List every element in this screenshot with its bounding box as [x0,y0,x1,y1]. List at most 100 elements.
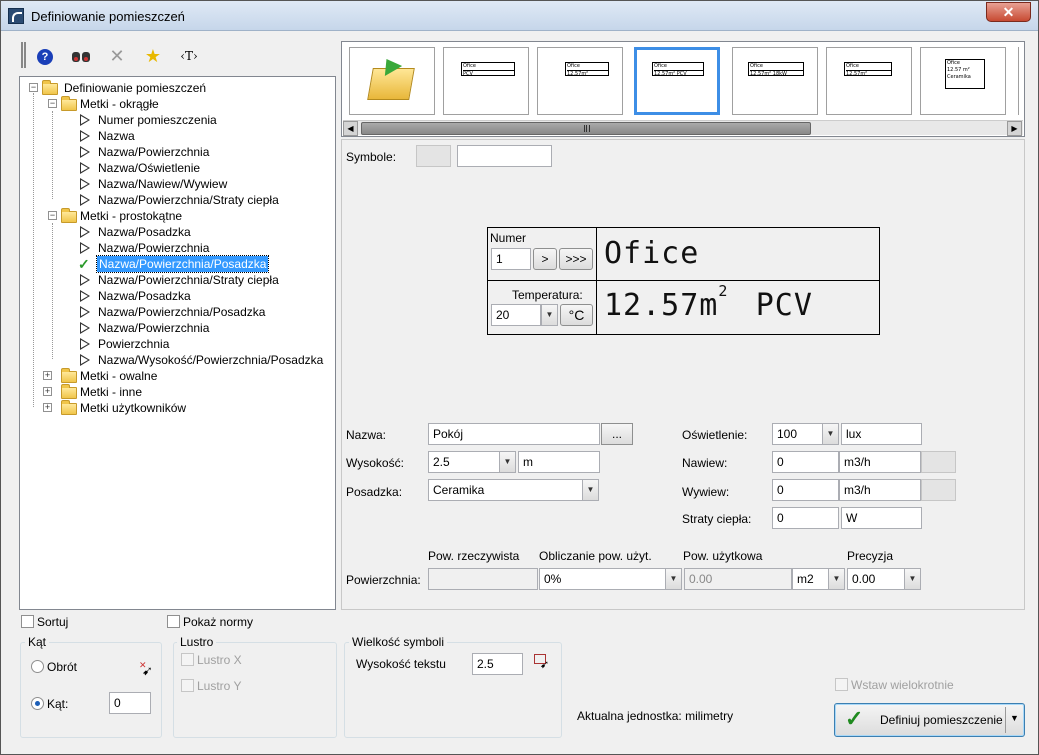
tree-item-label: Nazwa/Posadzka [98,225,191,239]
number-field[interactable]: 1 [491,248,531,270]
chevron-down-icon[interactable]: ▼ [1010,713,1019,723]
angle-group [20,642,162,738]
grip-icon [584,125,590,132]
mirror-y-checkbox[interactable] [181,679,194,692]
text-tag-button[interactable]: ‹T› [177,44,201,68]
heat-loss-unit: W [841,507,922,529]
expand-icon[interactable]: + [43,387,52,396]
help-icon: ? [37,49,53,65]
lighting-dropdown[interactable]: ▼ [822,423,839,445]
floor-select[interactable]: Ceramika [428,479,583,501]
lighting-field[interactable]: 100 [772,423,824,445]
name-field[interactable]: Pokój [428,423,600,445]
title-bar[interactable]: Definiowanie pomieszczeń ✕ [1,1,1038,31]
help-button[interactable]: ? [33,44,57,68]
preview-area-superscript: 2 [718,282,729,300]
temperature-field[interactable]: 20 [491,304,541,326]
height-dropdown[interactable]: ▼ [499,451,516,473]
collapse-icon[interactable]: − [48,211,57,220]
toolbar-grip[interactable] [21,42,26,68]
tree-item-label: Nazwa/Powierzchnia/Posadzka [95,255,270,273]
thumbnail-1[interactable]: Ofice PCV [443,47,529,115]
thumbnail-5[interactable]: Ofice 12.57m² [826,47,912,115]
preview-room-name: Ofice [604,236,700,271]
temperature-unit-button[interactable]: °C [560,304,593,326]
last-number-button[interactable]: >>> [559,248,593,270]
angle-field[interactable]: 0 [109,692,151,714]
next-number-button[interactable]: > [533,248,557,270]
area-unit-select[interactable]: m2 [792,568,830,590]
sort-label: Sortuj [37,615,69,629]
room-tree[interactable]: − Definiowanie pomieszczeń − Metki - okr… [19,76,336,610]
tree-item-label: Nazwa/Powierzchnia/Straty ciepła [98,273,279,287]
expand-icon[interactable]: + [43,403,52,412]
temperature-dropdown[interactable]: ▼ [541,304,558,326]
collapse-icon[interactable]: − [48,99,57,108]
supply-air-extra [921,451,956,473]
expand-icon[interactable]: + [43,371,52,380]
heat-loss-field[interactable]: 0 [772,507,839,529]
height-field[interactable]: 2.5 [428,451,500,473]
define-room-button[interactable]: ✓ Definiuj pomieszczenie ▼ [834,703,1025,737]
show-norms-checkbox[interactable] [167,615,180,628]
mini-line: Ofice [654,63,667,69]
mini-line: Ofice [947,60,960,66]
mini-line: 12.57m² [846,70,891,78]
favorite-button[interactable]: ★ [141,44,165,68]
rotation-label: Obrót [47,660,78,674]
scroll-left-button[interactable]: ◀ [343,121,358,136]
current-unit-info: Aktualna jednostka: milimetry [577,709,734,723]
tree-item-label: Nazwa/Powierzchnia [98,241,210,255]
precision-select[interactable]: 0.00 [847,568,905,590]
mini-label: Ofice 12.57m² [565,62,609,77]
angle-radio[interactable] [31,697,44,710]
calc-area-dropdown[interactable]: ▼ [665,568,682,590]
mirror-x-checkbox[interactable] [181,653,194,666]
thumbnail-6[interactable]: Ofice 12.57 m² Ceramika [920,47,1006,115]
tree-item-label: Nazwa/Posadzka [98,289,191,303]
text-height-field[interactable]: 2.5 [472,653,523,675]
thumbnail-scrollbar[interactable]: ◀ ▶ [343,120,1023,136]
preview-area-line: 12.57m2 PCV [604,282,813,323]
properties-panel [341,139,1025,610]
rotation-radio[interactable] [31,660,44,673]
pick-height-icon[interactable]: ➹ [534,654,549,671]
thumbnail-4[interactable]: Ofice 12.57m² 18kW [732,47,818,115]
thumbnail-3-selected[interactable]: Ofice 12.57m² PCV [634,47,720,115]
precision-dropdown[interactable]: ▼ [904,568,921,590]
tree-item-label: Nazwa/Powierzchnia/Posadzka [98,305,266,319]
scroll-right-button[interactable]: ▶ [1007,121,1022,136]
delete-button[interactable]: ✕ [105,44,129,68]
real-area-header: Pow. rzeczywista [428,549,520,563]
scroll-thumb[interactable] [361,122,811,135]
lighting-unit: lux [841,423,922,445]
mini-line: Ofice [567,63,580,69]
collapse-icon[interactable]: − [29,83,38,92]
pick-angle-icon[interactable]: ✕ ➹ [139,660,153,678]
sort-checkbox[interactable] [21,615,34,628]
symbol-button[interactable] [416,145,451,167]
area-unit-dropdown[interactable]: ▼ [828,568,845,590]
app-icon [8,8,24,24]
mini-label: Ofice 12.57 m² Ceramika [945,59,985,89]
supply-air-field[interactable]: 0 [772,451,839,473]
heat-loss-label: Straty ciepła: [682,512,752,526]
name-browse-button[interactable]: ... [601,423,633,445]
angle-label: Kąt: [47,697,69,711]
real-area-field [428,568,538,590]
check-icon: ✓ [845,706,864,731]
find-button[interactable] [69,44,93,68]
preview-area: 12.57m [604,288,719,323]
label-tag-icon [80,274,90,286]
exhaust-air-extra [921,479,956,501]
exhaust-air-field[interactable]: 0 [772,479,839,501]
usable-area-header: Pow. użytkowa [683,549,763,563]
thumbnail-open-folder[interactable] [349,47,435,115]
thumbnail-2[interactable]: Ofice 12.57m² [537,47,623,115]
calc-area-select[interactable]: 0% [539,568,667,590]
symbol-field[interactable] [457,145,552,167]
floor-dropdown[interactable]: ▼ [582,479,599,501]
dropdown-separator [1005,707,1006,733]
multi-insert-checkbox[interactable] [835,678,848,691]
close-button[interactable]: ✕ [986,2,1031,22]
